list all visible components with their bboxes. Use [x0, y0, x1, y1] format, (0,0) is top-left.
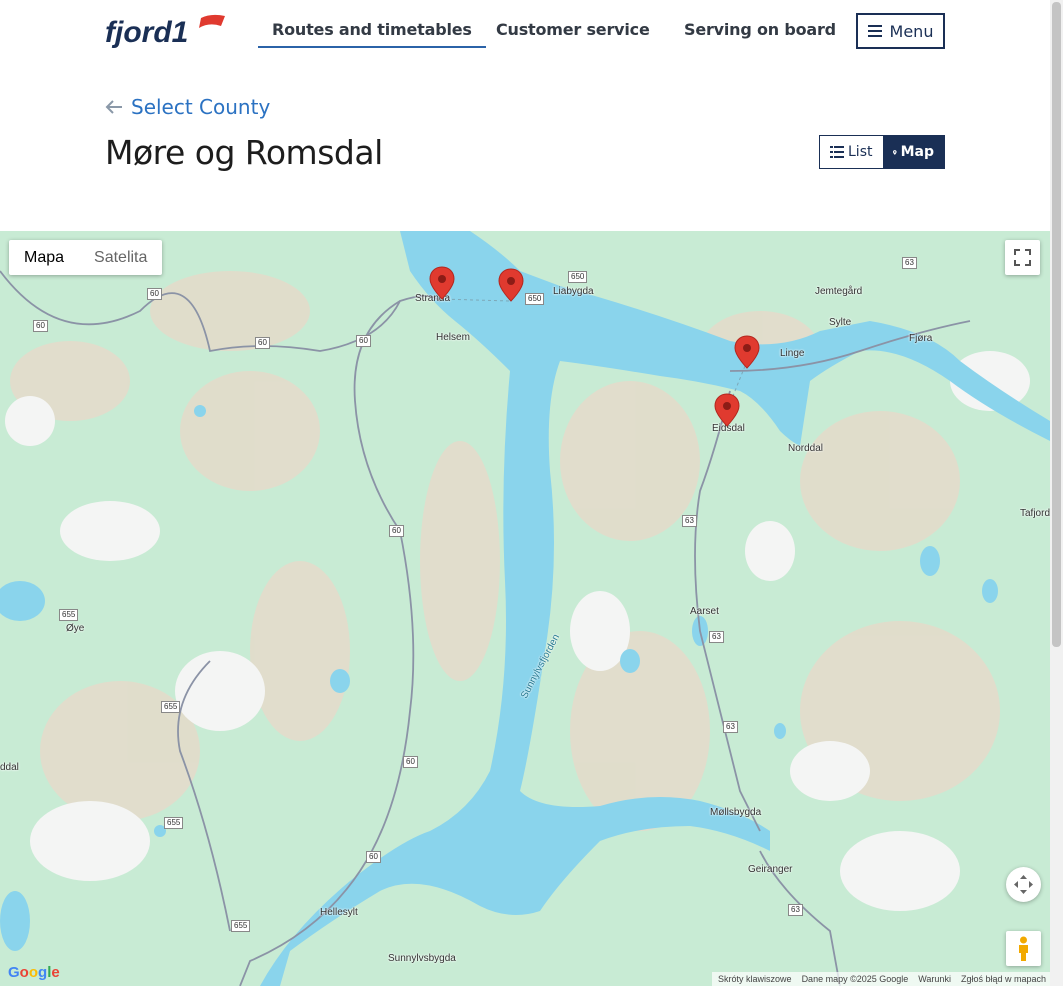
- fjord1-logo[interactable]: fjord1: [105, 12, 227, 48]
- map-canvas[interactable]: Mapa Satelita Stranda Helsem Liabygda Je…: [0, 231, 1050, 986]
- list-label: List: [848, 144, 873, 160]
- camera-move-icon: [1014, 875, 1033, 894]
- place-label: ddal: [0, 762, 19, 773]
- place-label: Norddal: [788, 443, 824, 454]
- page: fjord1 Routes and timetables Customer se…: [0, 0, 1063, 986]
- ferry-marker-eidsdal[interactable]: [714, 393, 740, 427]
- pegman-icon: [1019, 936, 1028, 961]
- road-badge: 655: [231, 920, 251, 932]
- select-county-label: Select County: [131, 95, 271, 119]
- road-badge: 60: [403, 756, 418, 768]
- logo-flag: [199, 14, 225, 28]
- nav-routes-timetables[interactable]: Routes and timetables: [258, 20, 486, 48]
- road-badge: 650: [525, 293, 545, 305]
- ferry-marker-linge[interactable]: [734, 335, 760, 369]
- map-type-map[interactable]: Mapa: [9, 240, 79, 275]
- road-badge: 60: [389, 525, 404, 537]
- place-label: Tafjord: [1020, 508, 1050, 519]
- place-label: Sunnylvsbygda: [388, 953, 456, 964]
- arrow-left-icon: [105, 100, 122, 114]
- road-badge: 60: [255, 337, 270, 349]
- road-badge: 655: [161, 701, 181, 713]
- road-badge: 655: [59, 609, 79, 621]
- map-label: Map: [900, 144, 934, 160]
- road-badge: 60: [356, 335, 371, 347]
- map-attribution: Skróty klawiszowe Dane mapy ©2025 Google…: [712, 972, 1050, 986]
- map-view-button[interactable]: Map: [883, 136, 944, 168]
- place-label: Liabygda: [553, 286, 594, 297]
- terms-link[interactable]: Warunki: [918, 972, 951, 986]
- place-label: Aarset: [690, 606, 719, 617]
- ferry-marker-stranda[interactable]: [429, 266, 455, 300]
- map-marker-icon: [893, 149, 897, 155]
- keyboard-shortcuts-link[interactable]: Skróty klawiszowe: [718, 972, 792, 986]
- list-view-button[interactable]: List: [820, 136, 883, 168]
- road-badge: 63: [709, 631, 724, 643]
- road-badge: 63: [902, 257, 917, 269]
- map-type-satellite[interactable]: Satelita: [79, 240, 162, 275]
- list-icon: [830, 146, 844, 158]
- place-label: Linge: [780, 348, 805, 359]
- map-terrain: [0, 231, 1050, 986]
- ferry-marker-liabygda[interactable]: [498, 268, 524, 302]
- scrollbar-thumb[interactable]: [1052, 2, 1061, 647]
- road-badge: 60: [147, 288, 162, 300]
- street-view-pegman-button[interactable]: [1006, 931, 1041, 966]
- road-badge: 63: [723, 721, 738, 733]
- place-label: Hellesylt: [320, 907, 358, 918]
- select-county-link[interactable]: Select County: [105, 95, 270, 119]
- place-label: Møllsbygda: [710, 807, 762, 818]
- place-label: Sylte: [829, 317, 852, 328]
- place-label: Jemtegård: [815, 286, 863, 297]
- place-label: Geiranger: [748, 864, 793, 875]
- fullscreen-button[interactable]: [1005, 240, 1040, 275]
- road-badge: 60: [33, 320, 48, 332]
- page-title: Møre og Romsdal: [105, 133, 383, 172]
- nav-serving-on-board[interactable]: Serving on board: [684, 20, 836, 39]
- camera-control-button[interactable]: [1006, 867, 1041, 902]
- map-data-text: Dane mapy ©2025 Google: [801, 974, 909, 984]
- map-type-control: Mapa Satelita: [9, 240, 163, 275]
- road-badge: 63: [682, 515, 697, 527]
- nav-customer-service[interactable]: Customer service: [496, 20, 650, 39]
- road-badge: 650: [568, 271, 588, 283]
- place-label: Fjøra: [909, 333, 933, 344]
- page-scrollbar[interactable]: [1050, 0, 1063, 986]
- road-badge: 63: [788, 904, 803, 916]
- fullscreen-icon: [1014, 249, 1031, 266]
- view-toggle: List Map: [819, 135, 945, 169]
- road-badge: 655: [164, 817, 184, 829]
- place-label: Helsem: [436, 332, 470, 343]
- logo-text: fjord1: [105, 16, 188, 48]
- hamburger-icon: [867, 25, 882, 37]
- place-label: Øye: [66, 623, 85, 634]
- report-error-link[interactable]: Zgłoś błąd w mapach: [961, 972, 1046, 986]
- menu-button[interactable]: Menu: [856, 13, 945, 49]
- header: fjord1 Routes and timetables Customer se…: [0, 0, 1050, 62]
- google-logo: Google: [8, 964, 60, 981]
- menu-label: Menu: [889, 21, 934, 41]
- road-badge: 60: [366, 851, 381, 863]
